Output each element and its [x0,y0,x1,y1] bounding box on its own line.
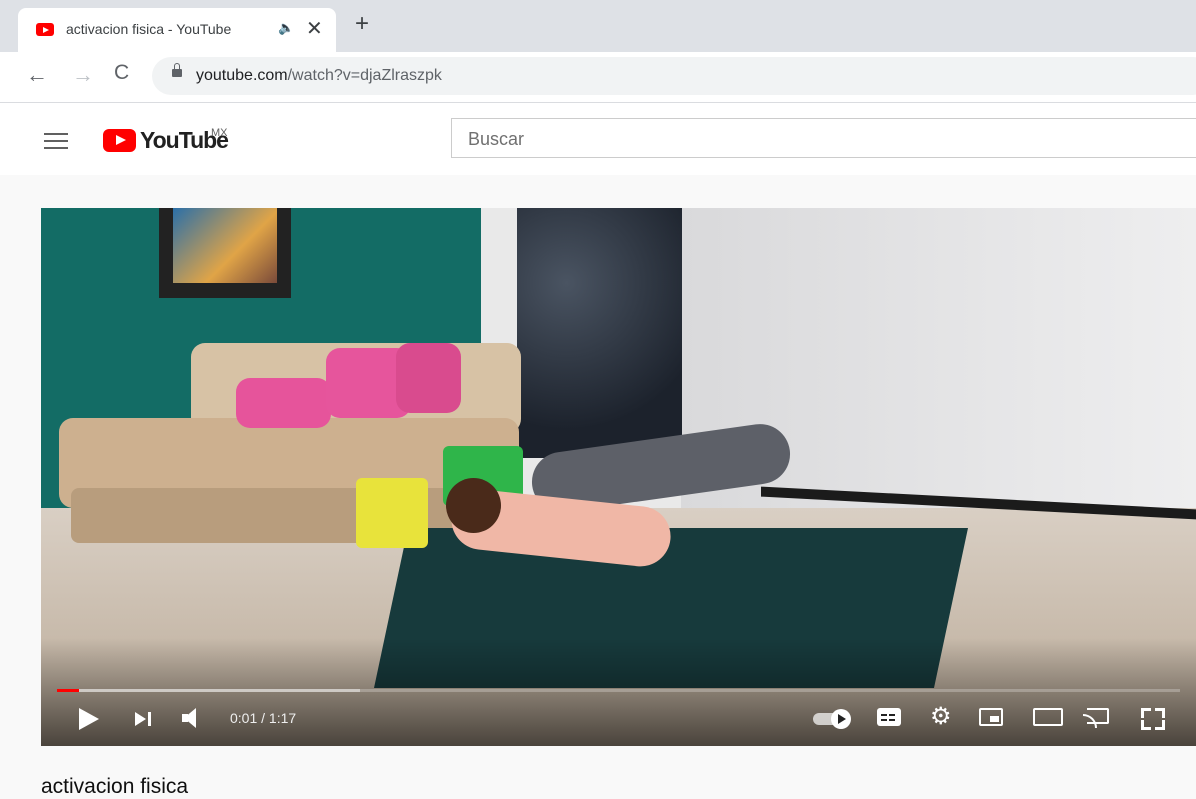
miniplayer-icon[interactable] [979,708,1003,726]
video-frame-child-hair [446,478,501,533]
url-host: youtube.com [196,67,288,84]
menu-icon[interactable] [44,133,68,149]
volume-icon[interactable] [180,704,206,732]
video-frame-yellow-basket [356,478,428,548]
progress-bar[interactable] [57,689,1180,692]
progress-played [57,689,80,692]
close-tab-icon[interactable]: ✕ [306,16,323,41]
country-code: MX [211,127,228,139]
browser-tab[interactable]: activacion fisica - YouTube 🔈 ✕ [18,8,336,52]
youtube-play-logo-icon [103,129,136,152]
url-path: /watch?v=djaZlraszpk [287,67,442,84]
settings-icon[interactable]: ⚙ [930,702,956,730]
search-input[interactable]: Buscar [451,118,1196,158]
video-player[interactable]: 0:01 / 1:17 ⚙ [41,208,1196,746]
autoplay-toggle-icon[interactable] [813,708,851,729]
theater-mode-icon[interactable] [1033,708,1063,726]
youtube-header: YouTube MX Buscar [0,103,1196,175]
address-bar[interactable]: youtube.com/watch?v=djaZlraszpk [152,57,1196,95]
forward-arrow-icon[interactable]: → [72,62,94,88]
new-tab-button[interactable]: + [355,12,369,36]
video-frame-pillow [236,378,331,428]
video-frame-wall-right [681,208,1196,538]
speaker-icon[interactable]: 🔈 [278,20,294,36]
cast-icon[interactable] [1083,708,1111,728]
fullscreen-icon[interactable] [1141,708,1165,730]
search-placeholder: Buscar [468,129,525,149]
time-display: 0:01 / 1:17 [230,710,297,726]
lock-icon[interactable] [172,63,182,77]
next-icon[interactable] [133,704,157,732]
progress-loaded [57,689,361,692]
back-arrow-icon[interactable]: ← [26,62,48,88]
tab-strip: activacion fisica - YouTube 🔈 ✕ + [0,0,1196,52]
url-text[interactable]: youtube.com/watch?v=djaZlraszpk [196,67,442,85]
reload-icon[interactable]: C [114,61,129,85]
browser-toolbar: ← → C youtube.com/watch?v=djaZlraszpk [0,52,1196,103]
video-title: activacion fisica [41,775,189,798]
youtube-favicon-icon [36,23,54,36]
controls-gradient [41,638,1196,746]
tab-title: activacion fisica - YouTube [66,21,232,37]
video-frame-painting [159,208,291,298]
video-frame-pillow [396,343,461,413]
video-frame-rock-wall [517,208,682,458]
subtitles-icon[interactable] [877,708,901,726]
